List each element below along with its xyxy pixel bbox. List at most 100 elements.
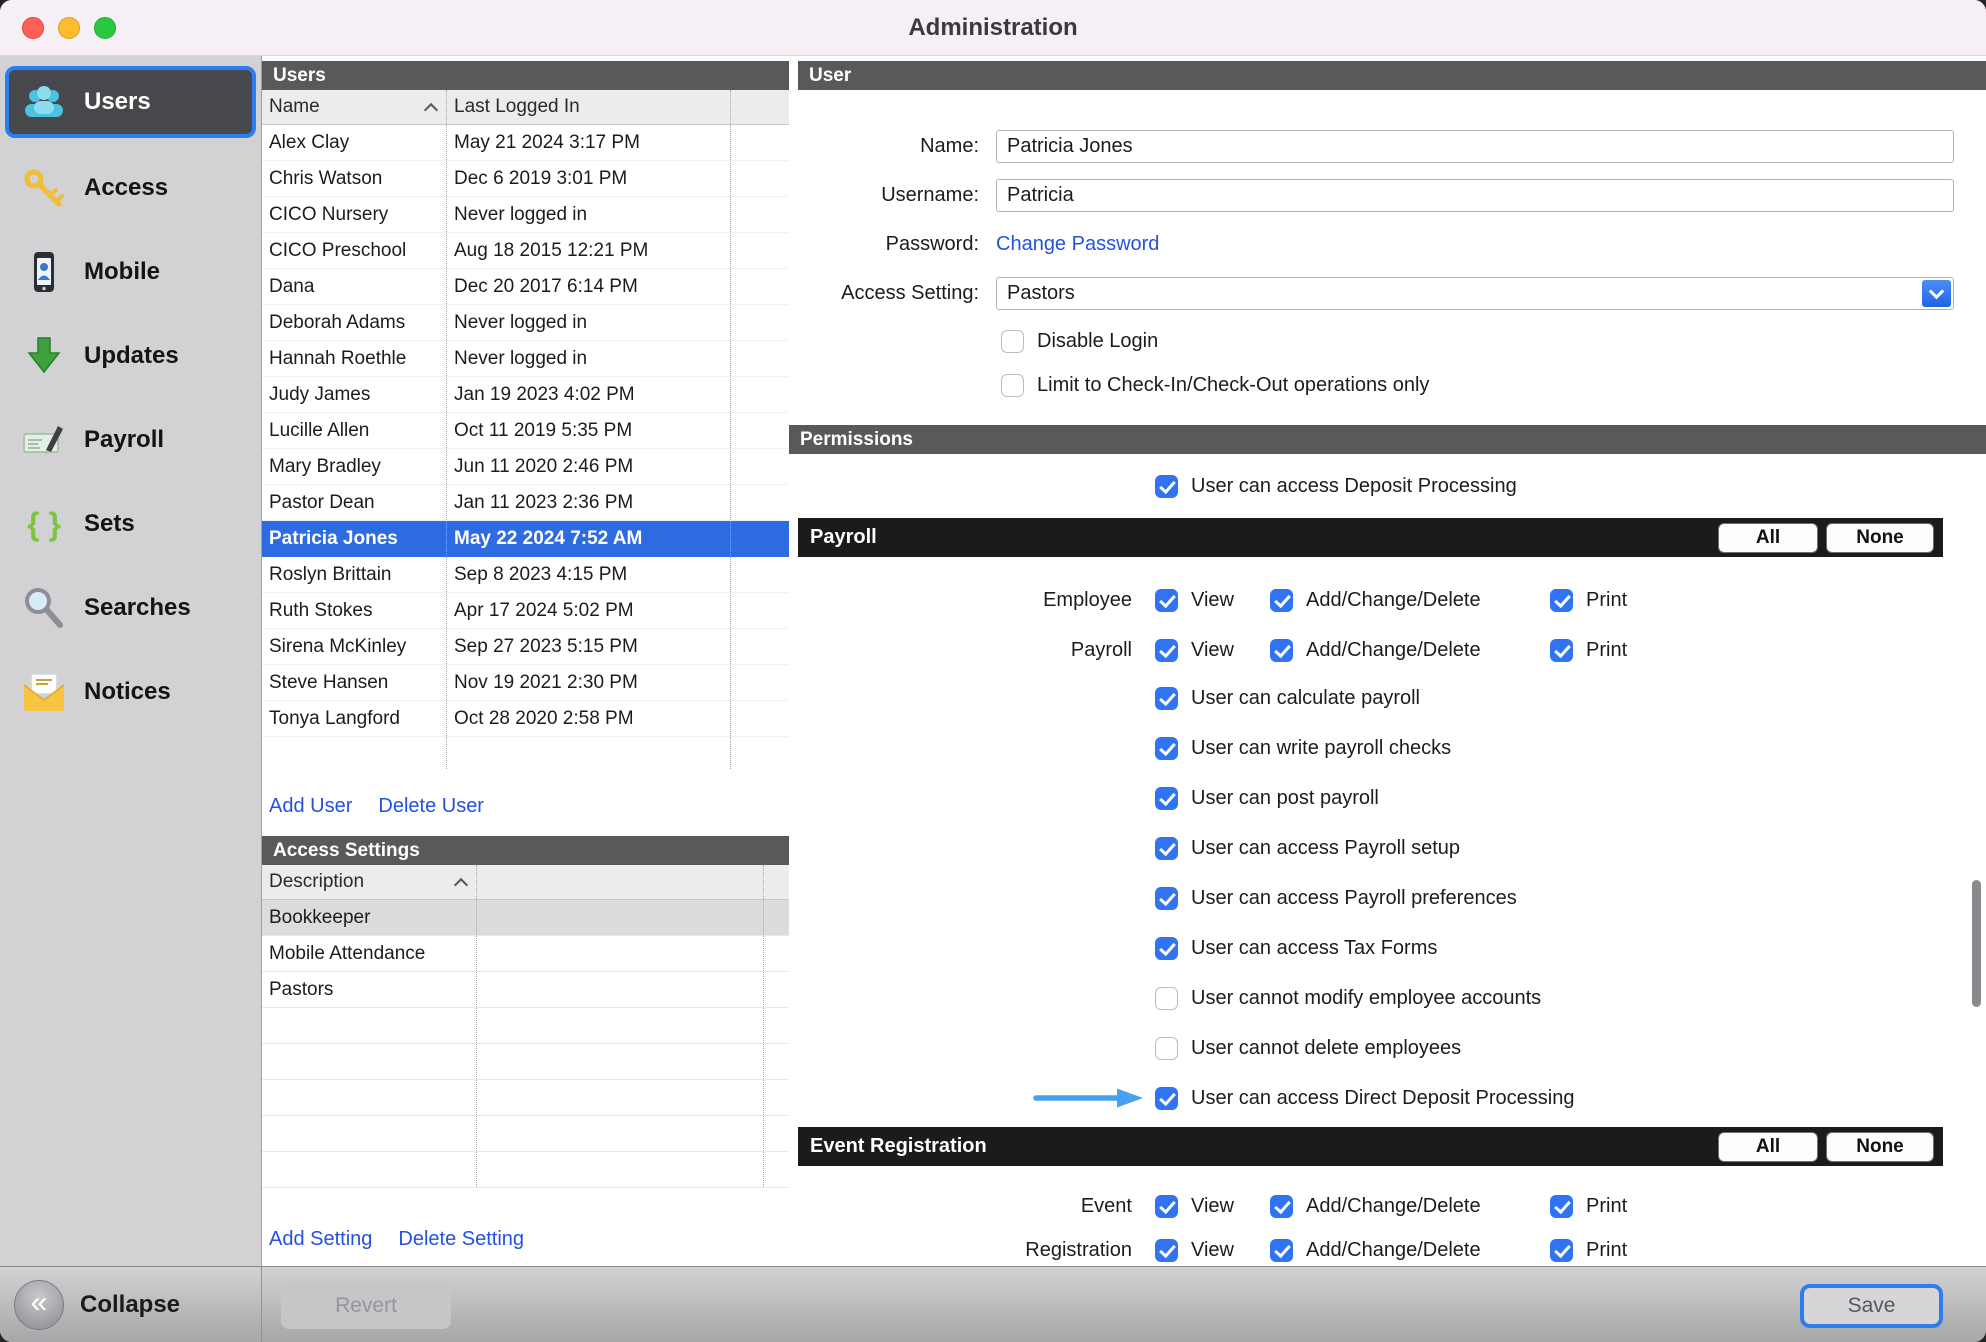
disable-login-checkbox[interactable] <box>1001 330 1024 353</box>
sidebar-item-searches[interactable]: Searches <box>0 566 261 650</box>
payroll-none-button[interactable]: None <box>1826 523 1934 553</box>
sidebar-item-label: Searches <box>84 594 191 622</box>
users-table-header: Name Last Logged In <box>262 90 789 125</box>
access-setting-row[interactable]: Bookkeeper <box>262 900 789 936</box>
users-panel-header: Users <box>262 61 789 90</box>
delete-user-link[interactable]: Delete User <box>378 795 484 818</box>
collapse-label: Collapse <box>80 1291 180 1319</box>
direct-deposit-checkbox[interactable] <box>1155 1087 1178 1110</box>
user-row[interactable]: Roslyn BrittainSep 8 2023 4:15 PM <box>262 557 789 593</box>
sidebar: Users Access <box>0 56 262 1266</box>
access-setting-value: Pastors <box>1007 282 1075 305</box>
sidebar-item-label: Users <box>84 88 151 116</box>
save-button[interactable]: Save <box>1800 1284 1943 1328</box>
sidebar-item-mobile[interactable]: Mobile <box>0 230 261 314</box>
collapse-sidebar-button[interactable]: « Collapse <box>0 1267 262 1342</box>
name-field[interactable] <box>996 130 1954 163</box>
view-checkbox[interactable] <box>1155 1195 1178 1218</box>
user-row[interactable]: CICO PreschoolAug 18 2015 12:21 PM <box>262 233 789 269</box>
change-password-link[interactable]: Change Password <box>996 233 1159 256</box>
user-row[interactable]: Chris WatsonDec 6 2019 3:01 PM <box>262 161 789 197</box>
event-registration-section-bar: Event Registration All None <box>798 1127 1943 1166</box>
add-change-delete-checkbox[interactable] <box>1270 639 1293 662</box>
column-header-name[interactable]: Name <box>262 90 447 124</box>
user-row[interactable]: Ruth StokesApr 17 2024 5:02 PM <box>262 593 789 629</box>
empty-row <box>262 1044 789 1080</box>
revert-button[interactable]: Revert <box>281 1282 451 1329</box>
user-row[interactable]: Alex ClayMay 21 2024 3:17 PM <box>262 125 789 161</box>
add-change-delete-checkbox[interactable] <box>1270 1195 1293 1218</box>
add-change-delete-checkbox[interactable] <box>1270 589 1293 612</box>
user-row[interactable]: DanaDec 20 2017 6:14 PM <box>262 269 789 305</box>
permission-option-row: User can access Tax Forms <box>789 933 1986 963</box>
add-change-delete-checkbox[interactable] <box>1270 1239 1293 1262</box>
sort-ascending-icon <box>424 103 438 117</box>
access-settings-table: Bookkeeper Mobile Attendance Pastors <box>262 900 789 1188</box>
view-checkbox[interactable] <box>1155 639 1178 662</box>
event-none-button[interactable]: None <box>1826 1132 1934 1162</box>
double-chevron-left-icon: « <box>14 1280 64 1330</box>
print-checkbox[interactable] <box>1550 1195 1573 1218</box>
empty-row <box>262 1116 789 1152</box>
column-header-description[interactable]: Description <box>262 865 477 899</box>
permission-option-row-direct-deposit: User can access Direct Deposit Processin… <box>789 1083 1986 1113</box>
dropdown-button[interactable] <box>1922 280 1951 307</box>
payroll-options: User can calculate payroll User can writ… <box>789 683 1986 1113</box>
add-user-link[interactable]: Add User <box>269 795 352 818</box>
event-matrix: Event View Add/Change/Delete Print Regis… <box>789 1188 1986 1266</box>
user-row[interactable]: Tonya LangfordOct 28 2020 2:58 PM <box>262 701 789 737</box>
option-checkbox[interactable] <box>1155 787 1178 810</box>
print-checkbox[interactable] <box>1550 1239 1573 1262</box>
payroll-all-button[interactable]: All <box>1718 523 1818 553</box>
option-checkbox[interactable] <box>1155 687 1178 710</box>
sidebar-item-label: Notices <box>84 678 171 706</box>
event-all-button[interactable]: All <box>1718 1132 1818 1162</box>
sidebar-item-notices[interactable]: Notices <box>0 650 261 734</box>
permission-option-row: User cannot modify employee accounts <box>789 983 1986 1013</box>
option-checkbox[interactable] <box>1155 1037 1178 1060</box>
option-checkbox[interactable] <box>1155 887 1178 910</box>
print-checkbox[interactable] <box>1550 639 1573 662</box>
envelope-icon <box>22 670 66 714</box>
sidebar-item-access[interactable]: Access <box>0 146 261 230</box>
access-setting-dropdown[interactable]: Pastors <box>996 277 1954 310</box>
user-row[interactable]: Steve HansenNov 19 2021 2:30 PM <box>262 665 789 701</box>
user-row[interactable]: Sirena McKinleySep 27 2023 5:15 PM <box>262 629 789 665</box>
vertical-scrollbar-thumb[interactable] <box>1972 880 1981 1007</box>
username-field[interactable] <box>996 179 1954 212</box>
user-row[interactable]: Judy JamesJan 19 2023 4:02 PM <box>262 377 789 413</box>
access-setting-row[interactable]: Mobile Attendance <box>262 936 789 972</box>
user-row[interactable]: Deborah AdamsNever logged in <box>262 305 789 341</box>
view-checkbox[interactable] <box>1155 1239 1178 1262</box>
key-icon <box>22 166 66 210</box>
add-setting-link[interactable]: Add Setting <box>269 1228 372 1251</box>
user-row[interactable]: Hannah RoethleNever logged in <box>262 341 789 377</box>
column-header-last-logged-in[interactable]: Last Logged In <box>447 90 731 124</box>
user-row[interactable]: CICO NurseryNever logged in <box>262 197 789 233</box>
sidebar-item-users[interactable]: Users <box>5 66 256 138</box>
callout-arrow-icon <box>1033 1087 1145 1115</box>
limit-checkin-label: Limit to Check-In/Check-Out operations o… <box>1037 374 1429 397</box>
deposit-processing-checkbox[interactable] <box>1155 475 1178 498</box>
sidebar-item-updates[interactable]: Updates <box>0 314 261 398</box>
user-row-selected[interactable]: Patricia JonesMay 22 2024 7:52 AM <box>262 521 789 557</box>
check-pen-icon <box>22 418 66 462</box>
permission-matrix-row: Event View Add/Change/Delete Print <box>789 1188 1986 1224</box>
option-checkbox[interactable] <box>1155 937 1178 960</box>
view-checkbox[interactable] <box>1155 589 1178 612</box>
option-checkbox[interactable] <box>1155 987 1178 1010</box>
access-setting-row[interactable]: Pastors <box>262 972 789 1008</box>
print-checkbox[interactable] <box>1550 589 1573 612</box>
option-checkbox[interactable] <box>1155 837 1178 860</box>
limit-checkin-checkbox[interactable] <box>1001 374 1024 397</box>
sidebar-item-payroll[interactable]: Payroll <box>0 398 261 482</box>
user-row[interactable]: Pastor DeanJan 11 2023 2:36 PM <box>262 485 789 521</box>
sidebar-item-sets[interactable]: { } Sets <box>0 482 261 566</box>
footer-bar: « Collapse Revert Save <box>0 1266 1986 1342</box>
delete-setting-link[interactable]: Delete Setting <box>398 1228 524 1251</box>
option-checkbox[interactable] <box>1155 737 1178 760</box>
permissions-header: Permissions <box>789 425 1986 454</box>
user-row[interactable]: Lucille AllenOct 11 2019 5:35 PM <box>262 413 789 449</box>
permission-matrix-row: Payroll View Add/Change/Delete Print <box>789 630 1986 670</box>
user-row[interactable]: Mary BradleyJun 11 2020 2:46 PM <box>262 449 789 485</box>
